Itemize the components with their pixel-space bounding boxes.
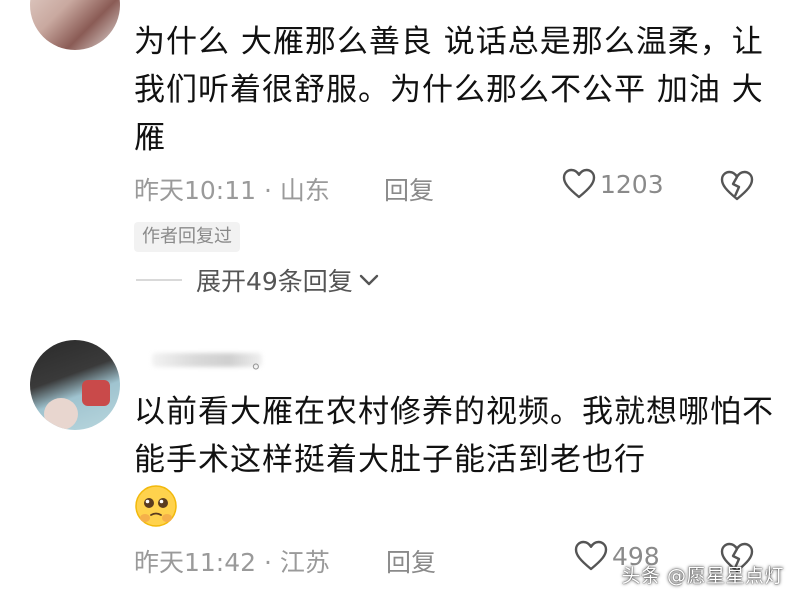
divider-line	[136, 279, 182, 281]
like-count: 1203	[600, 169, 664, 199]
comment-text: 为什么 大雁那么善良 说话总是那么温柔，让我们听着很舒服。为什么那么不公平 加油…	[134, 24, 764, 156]
chevron-down-icon	[359, 274, 379, 286]
expand-replies-label: 展开49条回复	[196, 267, 353, 296]
reply-button[interactable]: 回复	[386, 543, 436, 579]
pleading-face-emoji-icon	[135, 485, 177, 527]
comment-time-location: 昨天11:42 · 江苏	[134, 548, 330, 577]
like-button[interactable]: 1203	[562, 168, 664, 200]
dislike-button[interactable]	[720, 170, 754, 206]
avatar[interactable]	[30, 0, 120, 50]
username-blurred[interactable]	[152, 353, 262, 367]
comment-time-location: 昨天10:11 · 山东	[134, 176, 330, 205]
username-suffix: 。	[252, 349, 272, 373]
comment-text: 以前看大雁在农村修养的视频。我就想哪怕不能手术这样挺着大肚子能活到老也行	[134, 394, 774, 478]
reply-button[interactable]: 回复	[384, 171, 434, 207]
avatar-detail	[82, 380, 110, 406]
heart-icon	[574, 540, 608, 571]
watermark: 头条 @愿星星点灯	[621, 565, 784, 587]
avatar[interactable]	[30, 340, 120, 430]
broken-heart-icon	[720, 170, 754, 201]
author-replied-badge: 作者回复过	[134, 222, 240, 252]
avatar-detail	[44, 398, 78, 430]
heart-icon	[562, 168, 596, 199]
expand-replies-button[interactable]: 展开49条回复	[196, 262, 379, 298]
